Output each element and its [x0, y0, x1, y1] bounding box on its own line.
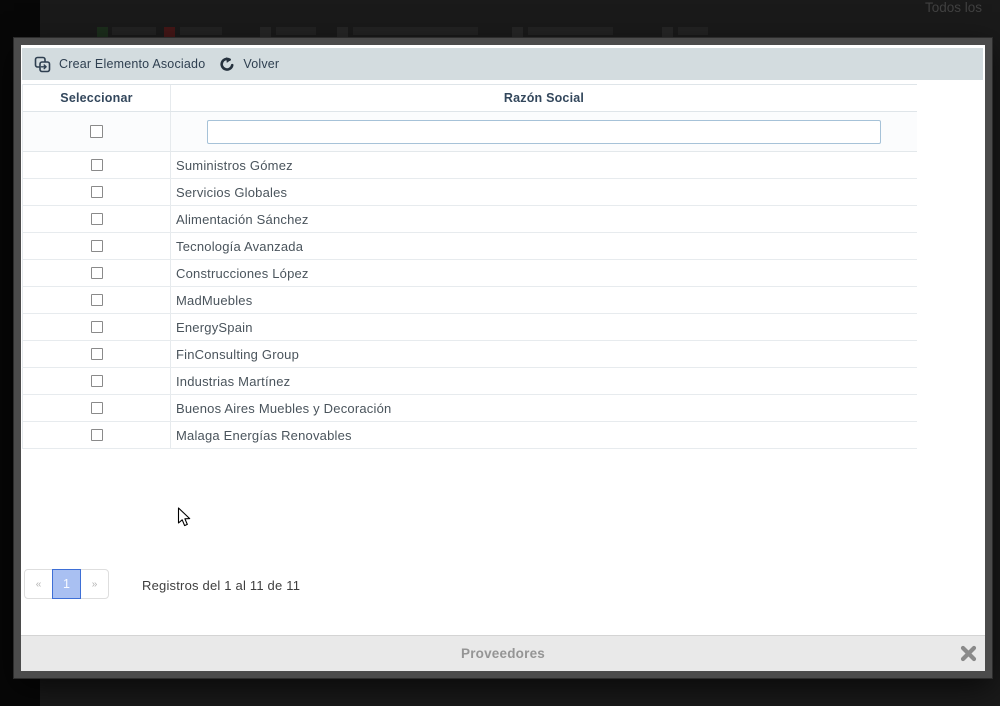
- table-row: FinConsulting Group: [23, 341, 917, 368]
- pagination-page-1-button[interactable]: 1: [52, 569, 81, 599]
- dimmed-toolbar: [40, 26, 1000, 38]
- row-checkbox[interactable]: [91, 348, 103, 360]
- row-select-cell: [23, 314, 171, 340]
- dimmed-toolbar-label: [678, 27, 708, 35]
- row-checkbox[interactable]: [91, 321, 103, 333]
- row-razon-social: MadMuebles: [171, 287, 917, 313]
- row-select-cell: [23, 287, 171, 313]
- close-button[interactable]: [956, 643, 980, 667]
- filter-razon-cell: [171, 112, 917, 151]
- table-row: Buenos Aires Muebles y Decoración: [23, 395, 917, 422]
- row-select-cell: [23, 368, 171, 394]
- row-select-cell: [23, 422, 171, 448]
- row-select-cell: [23, 260, 171, 286]
- dimmed-toolbar-icon: [97, 27, 108, 38]
- row-select-cell: [23, 206, 171, 232]
- providers-table: Seleccionar Razón Social Suministros Góm…: [22, 84, 917, 449]
- table-row: Industrias Martínez: [23, 368, 917, 395]
- row-razon-social: Malaga Energías Renovables: [171, 422, 917, 448]
- row-checkbox[interactable]: [91, 159, 103, 171]
- create-associated-element-label: Crear Elemento Asociado: [59, 57, 205, 71]
- dimmed-toolbar-label: [180, 27, 222, 35]
- table-row: Alimentación Sánchez: [23, 206, 917, 233]
- pagination-prev-button[interactable]: «: [24, 569, 53, 599]
- close-icon: [959, 644, 978, 666]
- row-select-cell: [23, 152, 171, 178]
- table-row: MadMuebles: [23, 287, 917, 314]
- dimmed-toolbar-icon: [337, 27, 348, 38]
- filter-select-cell: [23, 112, 171, 151]
- row-select-cell: [23, 341, 171, 367]
- records-summary: Registros del 1 al 11 de 11: [142, 578, 300, 593]
- pagination: « 1 »: [24, 569, 109, 599]
- filter-row: [23, 112, 917, 152]
- table-row: Servicios Globales: [23, 179, 917, 206]
- create-associated-element-button[interactable]: Crear Elemento Asociado: [34, 56, 205, 73]
- modal-footer: Proveedores: [21, 635, 985, 671]
- row-select-cell: [23, 395, 171, 421]
- dimmed-header-text: Todos los: [925, 0, 1000, 15]
- row-checkbox[interactable]: [91, 375, 103, 387]
- pagination-next-button[interactable]: »: [80, 569, 109, 599]
- header-razon-social: Razón Social: [171, 85, 917, 111]
- dimmed-toolbar-icon: [260, 27, 271, 38]
- row-razon-social: Buenos Aires Muebles y Decoración: [171, 395, 917, 421]
- table-body: Suministros Gómez Servicios Globales Ali…: [23, 152, 917, 449]
- row-razon-social: Tecnología Avanzada: [171, 233, 917, 259]
- table-row: Tecnología Avanzada: [23, 233, 917, 260]
- row-checkbox[interactable]: [91, 402, 103, 414]
- back-button-label: Volver: [243, 57, 279, 71]
- dimmed-toolbar-icon: [662, 27, 673, 38]
- dimmed-toolbar-label: [353, 27, 478, 35]
- select-all-checkbox[interactable]: [90, 125, 103, 138]
- row-checkbox[interactable]: [91, 213, 103, 225]
- razon-social-filter-input[interactable]: [207, 120, 881, 144]
- providers-modal: Crear Elemento Asociado Volver Seleccion…: [14, 38, 992, 678]
- row-checkbox[interactable]: [91, 240, 103, 252]
- table-row: Malaga Energías Renovables: [23, 422, 917, 449]
- row-razon-social: Industrias Martínez: [171, 368, 917, 394]
- table-row: Suministros Gómez: [23, 152, 917, 179]
- dimmed-toolbar-icon: [164, 27, 175, 38]
- back-button[interactable]: Volver: [219, 56, 279, 72]
- row-razon-social: Alimentación Sánchez: [171, 206, 917, 232]
- modal-toolbar: Crear Elemento Asociado Volver: [22, 48, 983, 80]
- undo-arrow-icon: [219, 56, 235, 72]
- row-razon-social: Suministros Gómez: [171, 152, 917, 178]
- dimmed-toolbar-label: [112, 27, 156, 35]
- dimmed-toolbar-label: [276, 27, 316, 35]
- row-razon-social: Construcciones López: [171, 260, 917, 286]
- dimmed-toolbar-label: [528, 27, 613, 35]
- row-select-cell: [23, 179, 171, 205]
- row-razon-social: FinConsulting Group: [171, 341, 917, 367]
- row-checkbox[interactable]: [91, 429, 103, 441]
- row-select-cell: [23, 233, 171, 259]
- copy-element-icon: [34, 56, 51, 73]
- header-seleccionar: Seleccionar: [23, 85, 171, 111]
- row-checkbox[interactable]: [91, 294, 103, 306]
- dimmed-toolbar-icon: [512, 27, 523, 38]
- row-razon-social: EnergySpain: [171, 314, 917, 340]
- modal-title: Proveedores: [461, 646, 545, 661]
- table-row: Construcciones López: [23, 260, 917, 287]
- row-razon-social: Servicios Globales: [171, 179, 917, 205]
- table-header-row: Seleccionar Razón Social: [23, 84, 917, 112]
- table-row: EnergySpain: [23, 314, 917, 341]
- row-checkbox[interactable]: [91, 267, 103, 279]
- row-checkbox[interactable]: [91, 186, 103, 198]
- providers-modal-content: Crear Elemento Asociado Volver Seleccion…: [21, 45, 985, 671]
